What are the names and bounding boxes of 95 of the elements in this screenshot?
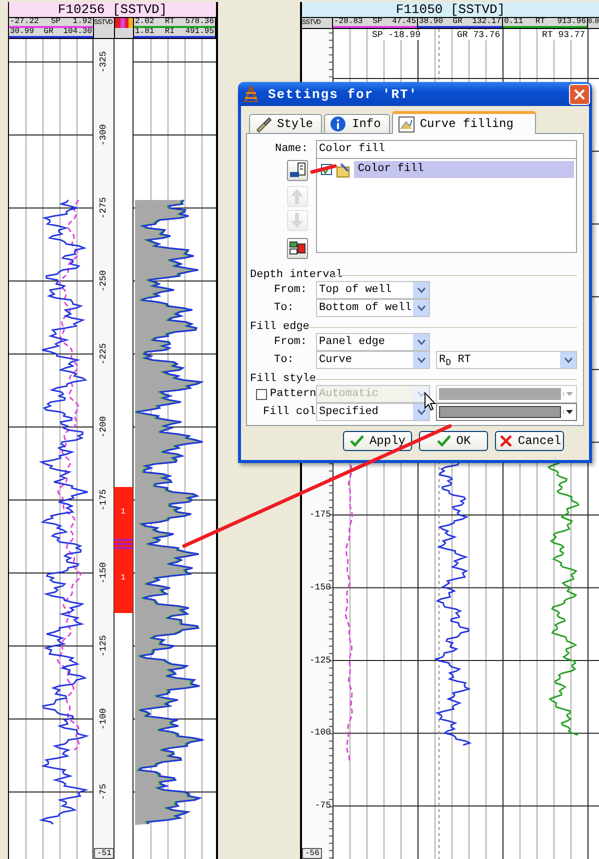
- field-label: Name:: [274, 143, 309, 155]
- lithology-label: 1: [120, 574, 126, 582]
- depth-label: -51: [94, 848, 114, 859]
- curve-name: RT: [164, 18, 174, 26]
- brush-icon: [255, 116, 272, 132]
- apply-button[interactable]: Apply: [343, 431, 412, 451]
- scale-max: 913.96: [557, 18, 586, 26]
- chevron-down-icon: [416, 409, 426, 415]
- section-title: Fill style: [250, 373, 316, 385]
- delete-button[interactable]: [286, 238, 308, 259]
- curve-name: GR: [452, 18, 462, 26]
- dropdown[interactable]: Specified: [316, 403, 430, 421]
- rig-icon: [244, 86, 258, 102]
- depth-label: -325: [100, 51, 108, 73]
- depth-label: -175: [100, 489, 108, 511]
- scale-min: -28.83: [334, 18, 363, 26]
- list-item[interactable]: Color fill: [354, 161, 574, 178]
- log-title: F11050 [SSTVD]: [302, 2, 599, 18]
- annotation-line: [310, 164, 337, 174]
- field-label: Fill col: [262, 406, 316, 418]
- add-list-icon: [288, 161, 307, 180]
- curve-name: SP: [372, 18, 382, 26]
- curve-name: RI: [164, 28, 174, 36]
- caret-icon: [566, 410, 572, 414]
- depth-label: -56: [302, 848, 322, 859]
- curve-readout: SP -18.99: [371, 30, 422, 40]
- check-icon: [349, 433, 366, 449]
- dialog-title: Settings for 'RT': [268, 86, 419, 102]
- scale-min: 1.81: [135, 28, 154, 36]
- depth-label: -125: [100, 635, 108, 657]
- color-dropdown[interactable]: [436, 403, 577, 421]
- dropdown[interactable]: Panel edge: [316, 333, 430, 351]
- chevron-down-icon: [416, 391, 426, 397]
- curve-readout: RT 93.77: [541, 30, 586, 40]
- scale-min: -27.22: [10, 18, 39, 26]
- scale-max: 104.30: [63, 28, 92, 36]
- depth-label: -275: [100, 197, 108, 219]
- add-button[interactable]: [286, 160, 308, 181]
- close-button[interactable]: [569, 84, 590, 104]
- section-title: Depth interval: [250, 269, 342, 281]
- depth-label: -250: [100, 270, 108, 292]
- section-title: Fill edge: [250, 321, 310, 333]
- scale-min: 0.11: [504, 18, 524, 26]
- curve-readout: GR 73.76: [456, 30, 502, 40]
- depth-label: -300: [100, 124, 108, 146]
- scale-max: 132.17: [472, 18, 501, 26]
- field-label: From:: [273, 284, 308, 296]
- dropdown[interactable]: Bottom of well: [316, 299, 430, 317]
- field-label: To:: [273, 354, 295, 366]
- depth-label: -125: [309, 656, 331, 665]
- dropdown[interactable]: Top of well: [316, 281, 430, 299]
- tab[interactable]: Style: [249, 114, 322, 133]
- dropdown[interactable]: Curve: [316, 351, 430, 369]
- depth-label: -100: [309, 728, 331, 738]
- name-field[interactable]: Color fill: [316, 140, 577, 158]
- close-icon: [574, 88, 585, 100]
- depth-label: -200: [100, 416, 108, 438]
- curve-name: GR: [44, 28, 54, 36]
- scale-max: 1.92: [72, 18, 92, 26]
- field-label: From:: [273, 336, 308, 348]
- cancel-button[interactable]: Cancel: [495, 431, 564, 451]
- cross-icon: [498, 433, 514, 449]
- scale-max: 47.45: [392, 18, 416, 26]
- lithology-label: 1: [120, 508, 126, 516]
- fill-bucket-icon: [334, 162, 351, 178]
- mouse-cursor-icon: [424, 392, 436, 411]
- depth-label: -75: [100, 784, 108, 800]
- scale-min: 30.99: [10, 28, 34, 36]
- depth-label: -175: [309, 510, 331, 520]
- color-dropdown[interactable]: [436, 385, 577, 403]
- scale-max: 578.36: [185, 18, 214, 26]
- scale-max: 491.95: [185, 28, 214, 36]
- chevron-down-icon: [416, 357, 426, 363]
- depth-label: -225: [100, 343, 108, 365]
- depth-label: -150: [309, 583, 331, 592]
- scale-min: 2.02: [135, 18, 154, 26]
- tab[interactable]: Curve filling: [392, 111, 536, 134]
- scale-min: 38.90: [419, 18, 444, 26]
- chevron-down-icon: [416, 287, 426, 293]
- depth-label: -75: [314, 802, 331, 810]
- depth-label: -100: [100, 708, 108, 730]
- ok-button[interactable]: OK: [419, 431, 488, 451]
- field-label: To:: [273, 302, 295, 314]
- chevron-down-icon: [416, 339, 426, 345]
- chevron-down-icon: [416, 305, 426, 311]
- chevron-down-icon: [564, 357, 572, 363]
- checkbox-label: Pattern: [270, 388, 316, 400]
- check-icon: [436, 433, 452, 449]
- curve-name: SP: [51, 18, 61, 26]
- depth-label: -150: [100, 562, 108, 584]
- caret-icon: [566, 392, 572, 396]
- dropdown[interactable]: R$_{D}$ RT: [436, 351, 577, 369]
- tab[interactable]: Info: [324, 114, 390, 133]
- log-title: F10256 [SSTVD]: [9, 2, 216, 18]
- curve-name: RT: [535, 18, 545, 26]
